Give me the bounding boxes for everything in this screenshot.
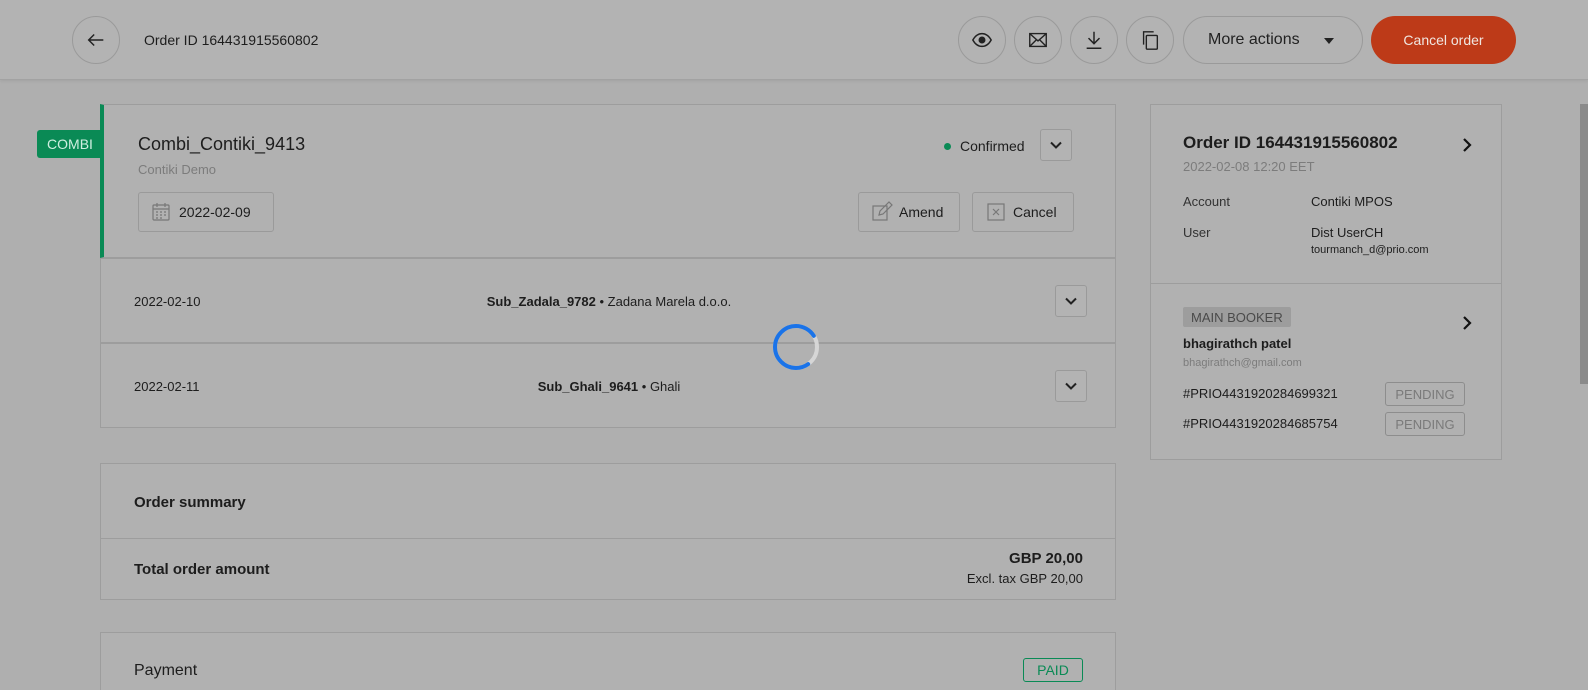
- cancel-order-button[interactable]: Cancel order: [1371, 16, 1516, 64]
- chevron-down-icon: [1065, 297, 1077, 305]
- account-label: Account: [1183, 194, 1230, 209]
- expand-button[interactable]: [1055, 285, 1087, 317]
- order-summary-card: Order summary Total order amount GBP 20,…: [100, 463, 1116, 600]
- payment-card: Payment PAID: [100, 632, 1116, 690]
- summary-title: Order summary: [134, 494, 246, 511]
- download-button[interactable]: [1070, 16, 1118, 64]
- loading-spinner-icon: [773, 324, 819, 370]
- divider: [1151, 283, 1501, 284]
- sub-product-name: Sub_Ghali_9641: [537, 379, 639, 394]
- booker-name: bhagirathch patel: [1183, 336, 1292, 351]
- sub-product-info: Sub_Ghali_9641 • Ghali: [101, 379, 1117, 394]
- calendar-icon: [152, 203, 170, 221]
- chevron-right-icon[interactable]: [1459, 137, 1475, 153]
- product-name: Combi_Contiki_9413: [138, 134, 306, 154]
- booking-reference: #PRIO4431920284699321: [1183, 386, 1338, 401]
- envelope-icon: [1029, 32, 1047, 48]
- user-value: Dist UserCH: [1311, 225, 1384, 240]
- separator: •: [638, 379, 650, 394]
- sub-product-info: Sub_Zadala_9782 • Zadana Marela d.o.o.: [101, 294, 1117, 309]
- booking-reference: #PRIO4431920284685754: [1183, 416, 1338, 431]
- status-text: Confirmed: [960, 138, 1025, 154]
- amend-button[interactable]: Amend: [858, 192, 960, 232]
- main-booker-badge: MAIN BOOKER: [1183, 307, 1291, 327]
- account-value: Contiki MPOS: [1311, 194, 1393, 209]
- amend-label: Amend: [899, 204, 944, 220]
- email-button[interactable]: [1014, 16, 1062, 64]
- pending-badge: PENDING: [1385, 412, 1465, 436]
- sub-product-row: 2022-02-11 Sub_Ghali_9641 • Ghali: [100, 343, 1116, 428]
- sidebar-order-date: 2022-02-08 12:20 EET: [1183, 159, 1315, 174]
- combi-tag: COMBI: [37, 130, 103, 158]
- eye-icon: [971, 32, 993, 48]
- arrow-left-icon: [87, 33, 104, 47]
- expand-button[interactable]: [1040, 129, 1072, 161]
- product-supplier: Contiki Demo: [138, 162, 217, 177]
- page-title: Order ID 164431915560802: [144, 32, 319, 48]
- date-value: 2022-02-09: [179, 204, 251, 220]
- cancel-label: Cancel: [1013, 204, 1057, 220]
- user-email: tourmanch_d@prio.com: [1311, 244, 1429, 256]
- copy-icon: [1142, 31, 1159, 50]
- sub-product-supplier: Ghali: [649, 379, 681, 394]
- pending-badge: PENDING: [1385, 382, 1465, 406]
- sub-product-supplier: Zadana Marela d.o.o.: [607, 294, 732, 309]
- paid-badge: PAID: [1023, 658, 1083, 682]
- main-product-card: Combi_Contiki_9413 Contiki Demo Confirme…: [100, 104, 1116, 258]
- booker-email: bhagirathch@gmail.com: [1183, 357, 1302, 369]
- top-bar: Order ID 164431915560802 More actions Ca…: [0, 0, 1588, 80]
- sidebar-order-id: Order ID 164431915560802: [1183, 133, 1398, 152]
- scrollbar[interactable]: [1580, 104, 1588, 384]
- order-detail-page: Order ID 164431915560802 More actions Ca…: [0, 0, 1588, 690]
- close-box-icon: [987, 203, 1005, 221]
- total-value: GBP 20,00: [1009, 550, 1083, 567]
- download-icon: [1086, 31, 1102, 49]
- more-actions-dropdown[interactable]: More actions: [1183, 16, 1363, 64]
- user-label: User: [1183, 225, 1211, 240]
- more-actions-label: More actions: [1208, 31, 1300, 48]
- date-picker-button[interactable]: 2022-02-09: [138, 192, 274, 232]
- status-dot: [944, 142, 951, 150]
- chevron-down-icon: [1050, 141, 1062, 149]
- copy-button[interactable]: [1126, 16, 1174, 64]
- cancel-product-button[interactable]: Cancel: [972, 192, 1074, 232]
- edit-icon: [872, 201, 893, 221]
- total-label: Total order amount: [134, 561, 270, 578]
- sub-product-row: 2022-02-10 Sub_Zadala_9782 • Zadana Mare…: [100, 258, 1116, 343]
- chevron-right-icon[interactable]: [1459, 315, 1475, 331]
- payment-title: Payment: [134, 662, 198, 679]
- order-info-sidebar: Order ID 164431915560802 2022-02-08 12:2…: [1150, 104, 1502, 460]
- chevron-down-icon: [1065, 382, 1077, 390]
- divider: [101, 538, 1115, 539]
- preview-button[interactable]: [958, 16, 1006, 64]
- expand-button[interactable]: [1055, 370, 1087, 402]
- status-badge: Confirmed: [944, 138, 1025, 154]
- caret-down-icon: [1324, 38, 1334, 44]
- excl-tax-value: Excl. tax GBP 20,00: [966, 571, 1083, 586]
- sub-product-name: Sub_Zadala_9782: [486, 294, 596, 309]
- back-button[interactable]: [72, 16, 120, 64]
- separator: •: [595, 294, 608, 309]
